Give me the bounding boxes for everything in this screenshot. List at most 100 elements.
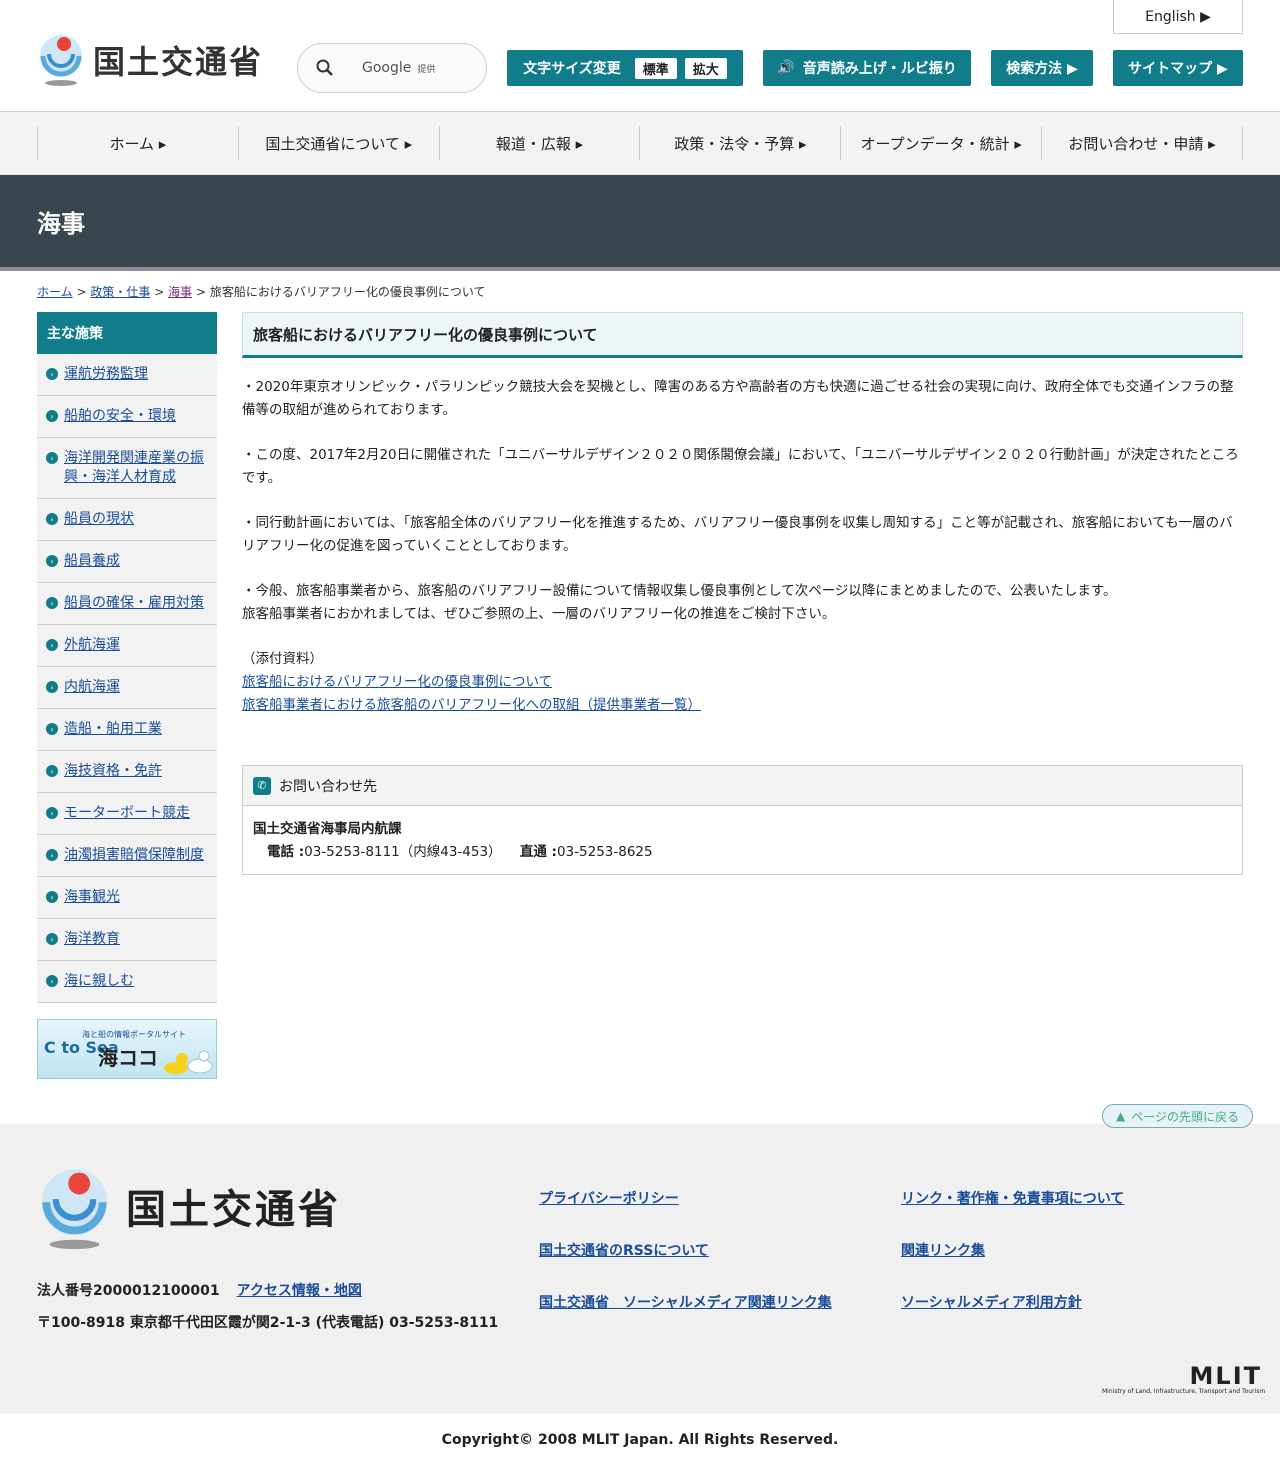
breadcrumb-sep: > <box>76 285 87 299</box>
font-standard-button[interactable]: 標準 <box>634 57 677 79</box>
sidebar-item[interactable]: › 外航海運 <box>37 625 217 667</box>
speaker-icon: 🔊 <box>777 60 795 76</box>
gnav-about[interactable]: 国土交通省について ▸ <box>237 126 439 160</box>
sidebar-item[interactable]: › 海事観光 <box>37 877 217 919</box>
sidebar-link[interactable]: 船員の確保・雇用対策 <box>64 595 204 611</box>
mlit-subtext: Ministry of Land, Infrastructure, Transp… <box>1102 1388 1266 1395</box>
contact-box: ✆ お問い合わせ先 国土交通省海事局内航課 電話 :03-5253-8111（内… <box>242 765 1243 875</box>
english-link[interactable]: English ▶ <box>1113 0 1243 34</box>
access-link[interactable]: アクセス情報・地図 <box>237 1283 362 1299</box>
breadcrumb: ホーム > 政策・仕事 > 海事 > 旅客船におけるバリアフリー化の優良事例につ… <box>37 283 485 300</box>
sidebar-link[interactable]: 造船・舶用工業 <box>64 721 162 737</box>
arrow-circle-icon: › <box>46 513 58 525</box>
search-box[interactable]: Google 提供 <box>297 43 487 93</box>
direct-label: 直通 : <box>519 844 557 860</box>
phone-icon: ✆ <box>253 776 271 795</box>
breadcrumb-home[interactable]: ホーム <box>37 285 73 299</box>
footer-logo[interactable]: 国土交通省 <box>37 1166 341 1251</box>
sidebar-item[interactable]: › 船舶の安全・環境 <box>37 396 217 438</box>
sidebar-item[interactable]: › 海洋教育 <box>37 919 217 961</box>
search-icon[interactable] <box>316 59 334 77</box>
arrow-circle-icon: › <box>46 368 58 380</box>
sidebar-item[interactable]: › 運航労務監理 <box>37 354 217 396</box>
sidebar-link[interactable]: 船員養成 <box>64 553 120 569</box>
arrow-circle-icon: › <box>46 975 58 987</box>
paragraph: ・この度、2017年2月20日に開催された「ユニバーサルデザイン２０２０関係閣僚… <box>242 447 1239 486</box>
footer-link-copyright[interactable]: リンク・著作権・免責事項について <box>901 1188 1124 1208</box>
arrow-circle-icon: › <box>46 639 58 651</box>
footer-link-social-links[interactable]: 国土交通省 ソーシャルメディア関連リンク集 <box>539 1292 832 1312</box>
footer-link-social-policy[interactable]: ソーシャルメディア利用方針 <box>901 1292 1082 1312</box>
sidebar-item[interactable]: › 造船・舶用工業 <box>37 709 217 751</box>
paragraph: ・2020年東京オリンピック・パラリンピック競技大会を契機とし、障害のある方や高… <box>242 379 1234 418</box>
section-band: 海事 <box>0 175 1280 271</box>
breadcrumb-sep: > <box>154 285 165 299</box>
sidebar: 主な施策 › 運航労務監理 › 船舶の安全・環境 › 海洋開発関連産業の振興・海洋人材… <box>37 312 217 1003</box>
site-title: 国土交通省 <box>93 43 264 81</box>
breadcrumb-current: 旅客船におけるバリアフリー化の優良事例について <box>209 285 486 299</box>
sitemap-button[interactable]: サイトマップ ▶ <box>1113 50 1243 86</box>
footer-link-rss[interactable]: 国土交通省のRSSについて <box>539 1240 709 1260</box>
sidebar-link[interactable]: モーターボート競走 <box>64 805 190 821</box>
mlit-logo-icon <box>37 1166 112 1251</box>
site-logo[interactable]: 国土交通省 <box>37 34 263 86</box>
sidebar-link[interactable]: 海洋教育 <box>64 931 120 947</box>
sidebar-link[interactable]: 内航海運 <box>64 679 120 695</box>
sidebar-link[interactable]: 船舶の安全・環境 <box>64 408 176 424</box>
search-provider: Google <box>362 60 412 76</box>
breadcrumb-policy[interactable]: 政策・仕事 <box>90 285 150 299</box>
sidebar-item[interactable]: › 海洋開発関連産業の振興・海洋人材育成 <box>37 438 217 499</box>
paragraph: 旅客船事業者におかれましては、ぜひご参照の上、一層のバリアフリー化の推進をご検討… <box>242 606 836 622</box>
sidebar-link[interactable]: 海技資格・免許 <box>64 763 162 779</box>
sidebar-link[interactable]: 外航海運 <box>64 637 120 653</box>
contact-dept: 国土交通省海事局内航課 <box>253 821 402 837</box>
gnav-contact[interactable]: お問い合わせ・申請 ▸ <box>1041 126 1243 160</box>
sidebar-item[interactable]: › 油濁損害賠償保障制度 <box>37 835 217 877</box>
search-method-button[interactable]: 検索方法 ▶ <box>991 50 1093 86</box>
breadcrumb-sep: > <box>195 285 206 299</box>
copyright: Copyright© 2008 MLIT Japan. All Rights R… <box>441 1431 839 1448</box>
breadcrumb-maritime[interactable]: 海事 <box>168 285 192 299</box>
attachment-link-1[interactable]: 旅客船におけるバリアフリー化の優良事例について <box>242 674 552 690</box>
sidebar-item[interactable]: › 船員の現状 <box>37 499 217 541</box>
gnav-press[interactable]: 報道・広報 ▸ <box>438 126 640 160</box>
arrow-circle-icon: › <box>46 765 58 777</box>
gnav-home[interactable]: ホーム ▸ <box>37 126 238 160</box>
arrow-circle-icon: › <box>46 452 58 464</box>
paragraph: ・同行動計画においては、「旅客船全体のバリアフリー化を推進するため、バリアフリー… <box>242 515 1233 554</box>
sidebar-item[interactable]: › 船員養成 <box>37 541 217 583</box>
search-suffix: 提供 <box>417 65 436 75</box>
sidebar-item[interactable]: › 海技資格・免許 <box>37 751 217 793</box>
sidebar-item[interactable]: › 内航海運 <box>37 667 217 709</box>
voice-ruby-button[interactable]: 🔊 音声読み上げ・ルビ振り <box>763 50 971 86</box>
attachment-link-2[interactable]: 旅客船事業者における旅客船のバリアフリー化への取組（提供事業者一覧） <box>242 697 701 713</box>
tel-label: 電話 : <box>267 844 305 860</box>
attachment-label: （添付資料） <box>242 651 323 667</box>
gnav-opendata[interactable]: オープンデータ・統計 ▸ <box>840 126 1041 160</box>
font-large-button[interactable]: 拡大 <box>684 57 727 79</box>
arrow-circle-icon: › <box>46 681 58 693</box>
footer-link-privacy[interactable]: プライバシーポリシー <box>539 1188 679 1208</box>
umicoco-banner[interactable]: 海と船の情報ポータルサイト C to Sea 海ココ <box>37 1019 217 1079</box>
sidebar-link[interactable]: 船員の現状 <box>64 511 134 527</box>
paragraph: ・今般、旅客船事業者から、旅客船のバリアフリー設備について情報収集し優良事例とし… <box>242 583 1117 599</box>
sidebar-item[interactable]: › 船員の確保・雇用対策 <box>37 583 217 625</box>
font-size-control: 文字サイズ変更 標準 拡大 <box>507 50 743 86</box>
sidebar-link[interactable]: 海に親しむ <box>64 973 134 989</box>
contact-body: 国土交通省海事局内航課 電話 :03-5253-8111（内線43-453） 直… <box>243 806 1242 874</box>
global-nav: ホーム ▸ 国土交通省について ▸ 報道・広報 ▸ 政策・法令・予算 ▸ オープ… <box>0 112 1280 175</box>
sidebar-item[interactable]: › 海に親しむ <box>37 961 217 1003</box>
page-title: 旅客船におけるバリアフリー化の優良事例について <box>242 312 1243 358</box>
sidebar-link[interactable]: 油濁損害賠償保障制度 <box>64 847 204 863</box>
footer-link-related[interactable]: 関連リンク集 <box>901 1240 985 1260</box>
search-input[interactable]: Google 提供 <box>362 60 435 76</box>
voice-label: 音声読み上げ・ルビ振り <box>802 61 957 77</box>
sidebar-heading: 主な施策 <box>37 312 217 354</box>
sidebar-link[interactable]: 海洋開発関連産業の振興・海洋人材育成 <box>64 450 204 485</box>
arrow-circle-icon: › <box>46 723 58 735</box>
gnav-policy[interactable]: 政策・法令・予算 ▸ <box>639 126 840 160</box>
sidebar-item[interactable]: › モーターボート競走 <box>37 793 217 835</box>
sidebar-link[interactable]: 海事観光 <box>64 889 120 905</box>
page-top-button[interactable]: ▲ ページの先頭に戻る <box>1102 1104 1253 1128</box>
sidebar-link[interactable]: 運航労務監理 <box>64 366 148 382</box>
